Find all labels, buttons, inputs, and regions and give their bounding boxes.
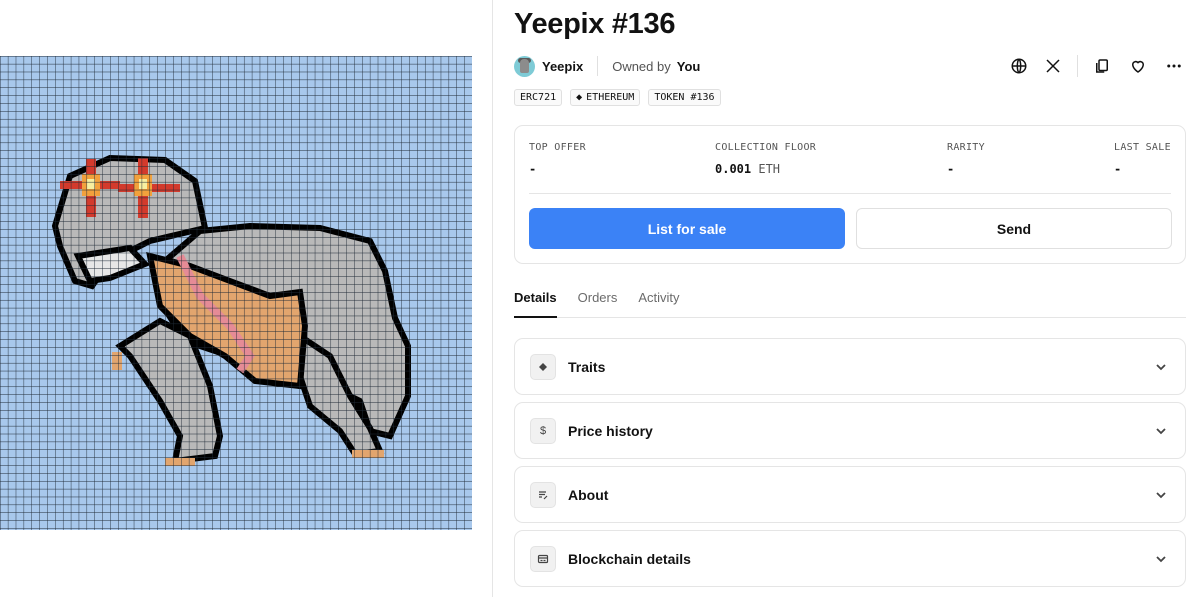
meta-actions <box>1007 54 1186 78</box>
nft-artwork-image[interactable] <box>0 56 472 530</box>
chevron-down-icon <box>1156 364 1166 371</box>
tab-activity[interactable]: Activity <box>638 283 679 318</box>
list-for-sale-button[interactable]: List for sale <box>529 208 845 249</box>
section-label: Traits <box>568 358 606 375</box>
meta-divider <box>597 56 599 76</box>
stat-value: - <box>1114 162 1122 176</box>
stat-label: RARITY <box>947 142 985 153</box>
tab-details[interactable]: Details <box>514 283 557 318</box>
owned-by-label: Owned by <box>612 58 671 74</box>
more-icon[interactable] <box>1162 54 1186 78</box>
card-icon <box>530 545 556 572</box>
avatar-face <box>520 58 529 73</box>
stat-label: TOP OFFER <box>529 142 586 153</box>
stat-top-offer: TOP OFFER - <box>529 142 586 176</box>
chain-tag[interactable]: ◆ ETHEREUM <box>570 89 641 106</box>
section-traits[interactable]: Traits <box>514 338 1186 395</box>
meta-row: Yeepix Owned by You <box>514 54 1186 78</box>
copy-icon[interactable] <box>1090 54 1114 78</box>
nft-title: Yeepix #136 <box>514 8 676 40</box>
stat-last-sale: LAST SALE - <box>1114 142 1171 176</box>
stats-divider <box>529 193 1171 194</box>
token-id-tag: TOKEN #136 <box>648 89 721 106</box>
collection-avatar[interactable] <box>514 55 535 77</box>
tag-label: ERC721 <box>520 92 557 103</box>
detail-tabs: Details Orders Activity <box>514 283 1186 318</box>
x-logo-icon[interactable] <box>1041 54 1065 78</box>
globe-icon[interactable] <box>1007 54 1031 78</box>
floor-price-value: 0.001 <box>715 162 752 176</box>
stat-collection-floor: COLLECTION FLOOR 0.001 ETH <box>715 142 816 176</box>
section-about[interactable]: About <box>514 466 1186 523</box>
stat-value: 0.001 ETH <box>715 162 816 176</box>
floor-price-unit: ETH <box>758 162 781 176</box>
token-tags: ERC721 ◆ ETHEREUM TOKEN #136 <box>514 89 721 106</box>
tag-label: ETHEREUM <box>586 92 635 103</box>
chevron-down-icon <box>1156 492 1166 499</box>
send-button[interactable]: Send <box>856 208 1172 249</box>
stat-label: LAST SALE <box>1114 142 1171 153</box>
tag-label: TOKEN #136 <box>654 92 715 103</box>
detail-pane: Yeepix #136 Yeepix Owned by You ERC721 ◆… <box>514 0 1186 597</box>
section-label: About <box>568 486 609 503</box>
stat-rarity: RARITY - <box>947 142 985 176</box>
stat-label: COLLECTION FLOOR <box>715 142 817 153</box>
tab-orders[interactable]: Orders <box>578 283 618 318</box>
token-standard-tag: ERC721 <box>514 89 563 106</box>
section-label: Blockchain details <box>568 550 691 567</box>
ethereum-icon: ◆ <box>576 92 583 103</box>
stat-value: - <box>529 162 537 176</box>
artwork-pane <box>0 0 493 597</box>
chevron-down-icon <box>1156 428 1166 435</box>
diamond-icon <box>530 353 556 380</box>
stat-value: - <box>947 162 955 176</box>
heart-icon[interactable] <box>1126 54 1150 78</box>
section-blockchain-details[interactable]: Blockchain details <box>514 530 1186 587</box>
collection-link[interactable]: Yeepix <box>542 59 583 74</box>
actions-divider <box>1077 55 1078 77</box>
section-price-history[interactable]: $ Price history <box>514 402 1186 459</box>
section-label: Price history <box>568 422 653 439</box>
text-edit-icon <box>530 481 556 508</box>
chevron-down-icon <box>1156 556 1166 563</box>
stats-card: TOP OFFER - COLLECTION FLOOR 0.001 ETH R… <box>514 125 1186 264</box>
dollar-icon: $ <box>530 417 556 444</box>
owner-link[interactable]: You <box>677 59 701 74</box>
